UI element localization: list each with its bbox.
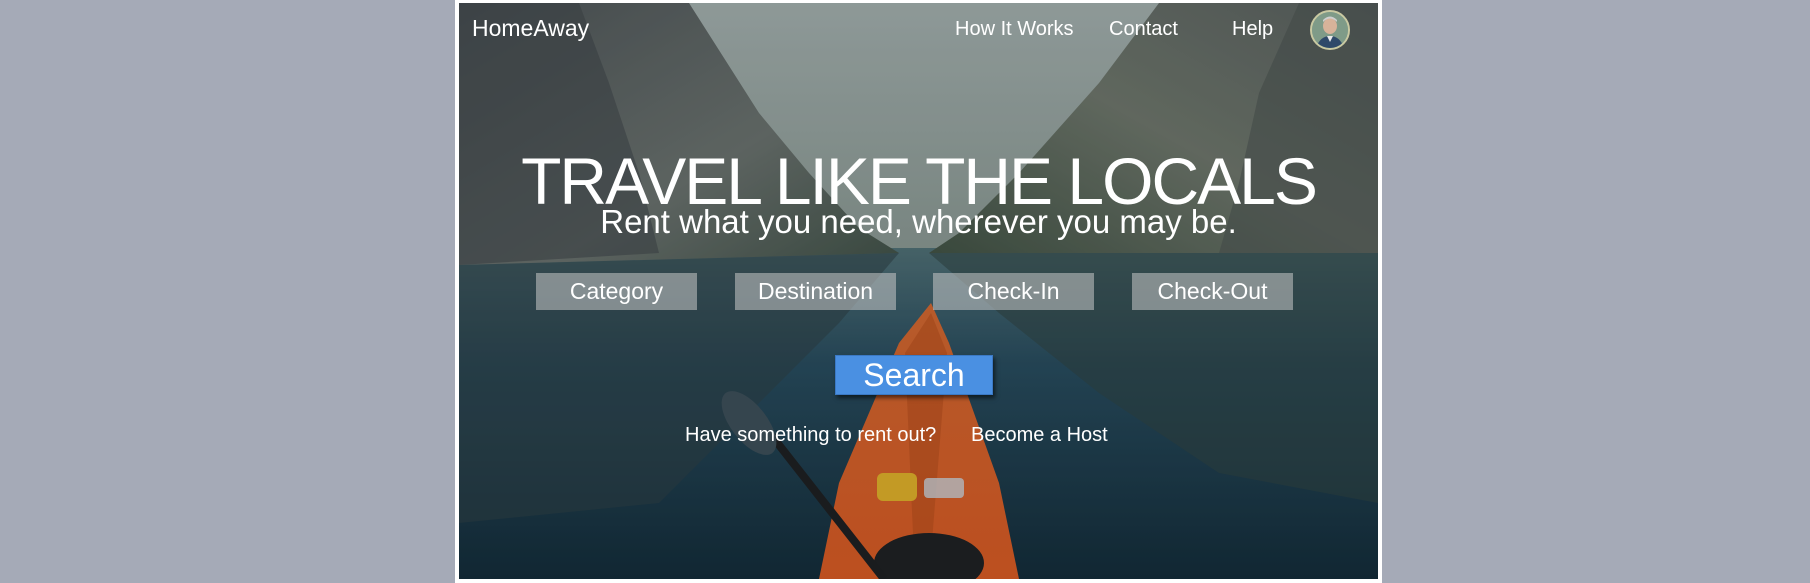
user-avatar-icon (1312, 12, 1348, 48)
become-host-link[interactable]: Become a Host (971, 424, 1108, 447)
nav-help[interactable]: Help (1232, 18, 1273, 41)
nav-how-it-works[interactable]: How It Works (955, 18, 1074, 41)
category-field[interactable]: Category (536, 273, 697, 310)
user-avatar[interactable] (1310, 10, 1350, 50)
destination-field[interactable]: Destination (735, 273, 896, 310)
hero-subheadline: Rent what you need, wherever you may be. (600, 203, 1237, 240)
check-in-field[interactable]: Check-In (933, 273, 1094, 310)
host-prompt-text: Have something to rent out? (685, 424, 937, 446)
hero-section: HomeAway How It Works Contact Help TRAVE… (459, 3, 1378, 579)
check-out-field[interactable]: Check-Out (1132, 273, 1293, 310)
nav-contact[interactable]: Contact (1109, 18, 1178, 41)
search-button[interactable]: Search (835, 355, 993, 395)
brand-logo[interactable]: HomeAway (472, 15, 589, 42)
